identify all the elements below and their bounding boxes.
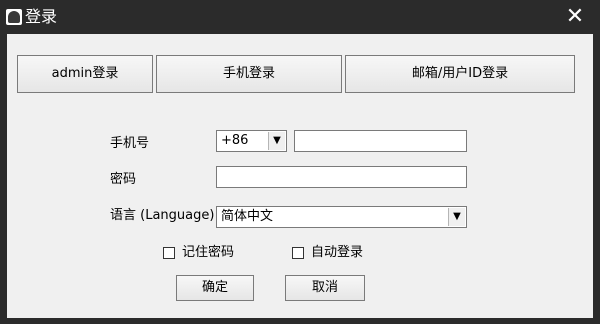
- auto-login-checkbox[interactable]: [292, 247, 304, 259]
- tab-phone-login[interactable]: 手机登录: [156, 55, 342, 93]
- title-bar: 登录 ✕: [0, 0, 600, 34]
- password-label: 密码: [110, 172, 137, 187]
- client-area: admin登录 手机登录 邮箱/用户ID登录 手机号 +86 ▼ 密码 语言 (…: [7, 34, 593, 318]
- phone-label: 手机号: [110, 136, 150, 151]
- app-icon: [6, 9, 22, 25]
- language-label: 语言 (Language): [110, 208, 215, 223]
- auto-login-label[interactable]: 自动登录: [311, 245, 363, 261]
- country-code-select[interactable]: +86 ▼: [216, 130, 287, 152]
- cancel-button[interactable]: 取消: [285, 275, 365, 301]
- remember-password-label[interactable]: 记住密码: [182, 245, 234, 261]
- phone-input[interactable]: [294, 130, 467, 152]
- remember-password-checkbox[interactable]: [163, 247, 175, 259]
- country-code-value: +86: [221, 133, 249, 148]
- app-icon-inner: [8, 11, 20, 23]
- tab-email-login[interactable]: 邮箱/用户ID登录: [345, 55, 575, 93]
- password-input[interactable]: [216, 166, 467, 188]
- chevron-down-icon[interactable]: ▼: [448, 208, 465, 226]
- close-icon[interactable]: ✕: [560, 2, 590, 32]
- ok-button[interactable]: 确定: [176, 275, 254, 301]
- window-title: 登录: [25, 7, 58, 26]
- language-value: 简体中文: [221, 209, 274, 224]
- chevron-down-icon[interactable]: ▼: [268, 132, 285, 150]
- language-select[interactable]: 简体中文 ▼: [216, 206, 467, 228]
- tab-admin-login[interactable]: admin登录: [17, 55, 153, 93]
- login-window: 登录 ✕ admin登录 手机登录 邮箱/用户ID登录 手机号 +86 ▼ 密码…: [0, 0, 600, 324]
